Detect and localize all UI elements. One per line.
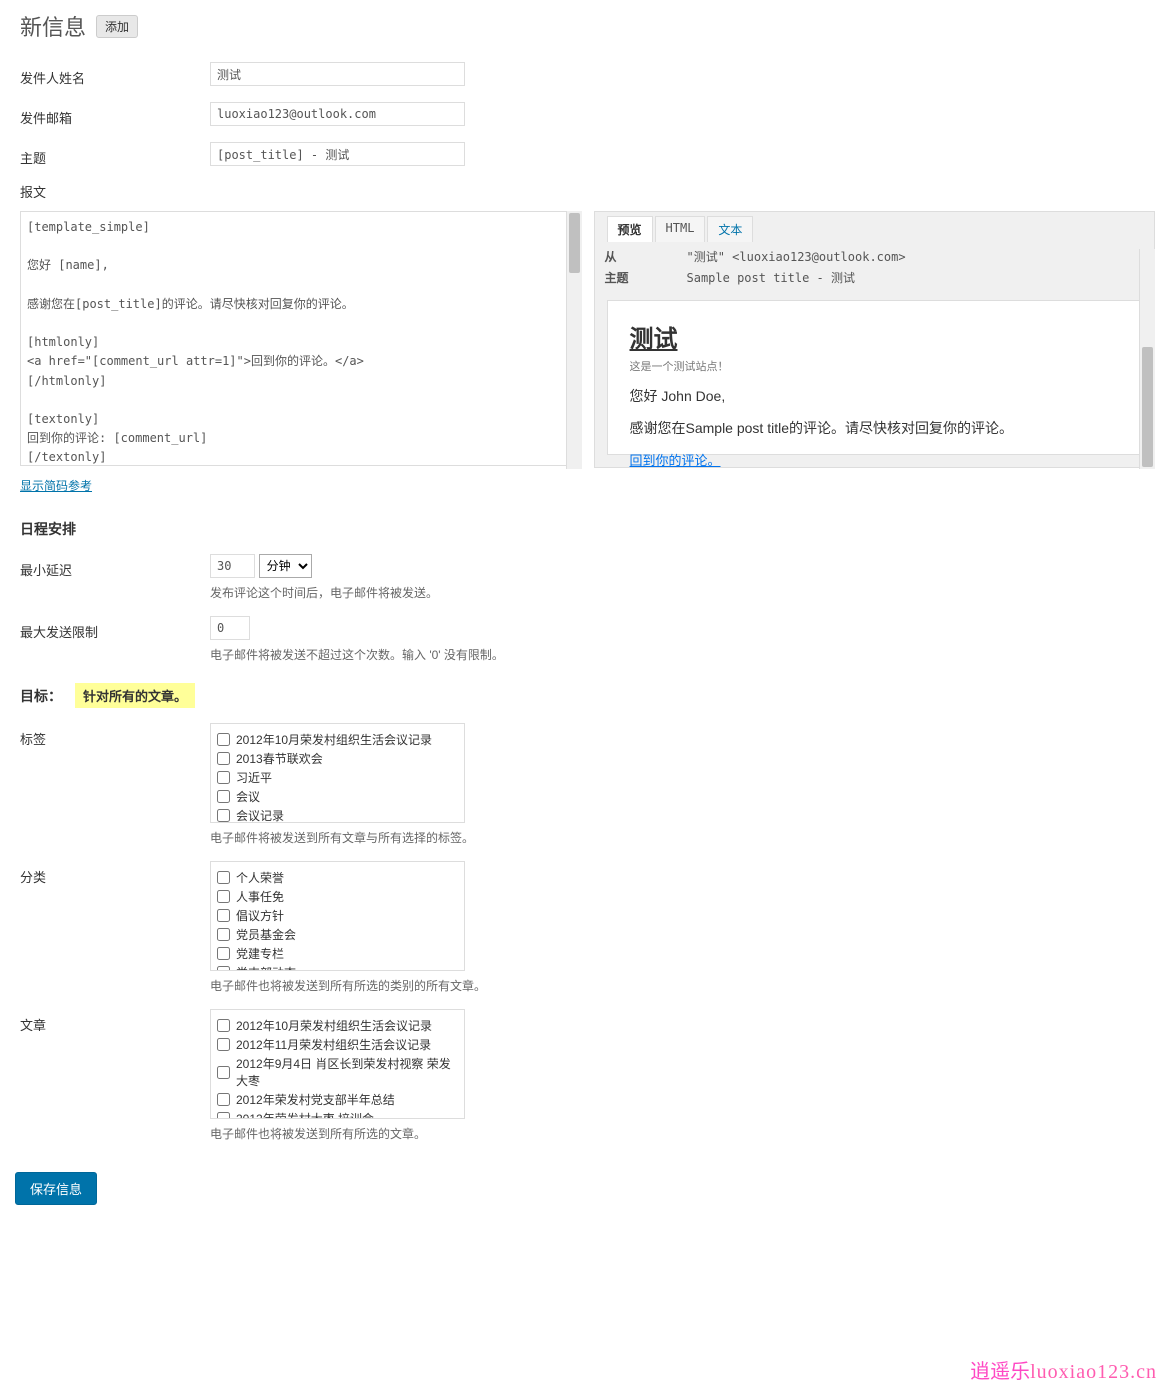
preview-from-value: "测试" <luoxiao123@outlook.com> [687,248,906,265]
min-delay-label: 最小延迟 [20,554,210,601]
sender-name-input[interactable] [210,62,465,86]
add-button[interactable]: 添加 [96,15,138,38]
list-item[interactable]: 会议记录 [217,806,458,823]
list-item-label: 2012年10月荣发村组织生活会议记录 [236,1017,432,1034]
list-item[interactable]: 倡议方针 [217,906,458,925]
list-item-label: 2012年10月荣发村组织生活会议记录 [236,731,432,748]
sender-name-label: 发件人姓名 [20,62,210,87]
list-item[interactable]: 个人荣誉 [217,868,458,887]
list-checkbox[interactable] [217,1019,230,1032]
list-item-label: 会议记录 [236,807,284,823]
list-item-label: 2012年9月4日 肖区长到荣发村视察 荣发大枣 [236,1055,458,1089]
list-item[interactable]: 人事任免 [217,887,458,906]
tab-html[interactable]: HTML [655,216,706,242]
min-delay-unit-select[interactable]: 分钟 [259,554,312,578]
page-title: 新信息 [20,10,86,42]
list-checkbox[interactable] [217,928,230,941]
list-item[interactable]: 2012年荣发村大枣 培训会 [217,1109,458,1119]
list-checkbox[interactable] [217,771,230,784]
list-item-label: 2012年荣发村大枣 培训会 [236,1110,374,1119]
list-item-label: 习近平 [236,769,272,786]
schedule-heading: 日程安排 [20,519,1155,539]
list-item[interactable]: 2012年10月荣发村组织生活会议记录 [217,730,458,749]
list-item-label: 会议 [236,788,260,805]
list-item-label: 党员基金会 [236,926,296,943]
list-checkbox[interactable] [217,790,230,803]
cats-label: 分类 [20,861,210,994]
preview-from-label: 从 [605,248,687,265]
body-label: 报文 [20,182,1155,201]
list-item-label: 个人荣誉 [236,869,284,886]
list-item[interactable]: 习近平 [217,768,458,787]
list-item[interactable]: 会议 [217,787,458,806]
preview-tagline: 这是一个测试站点！ [630,358,1120,374]
preview-subject-label: 主题 [605,269,687,286]
list-checkbox[interactable] [217,871,230,884]
posts-label: 文章 [20,1009,210,1142]
list-item-label: 党建专栏 [236,945,284,962]
list-checkbox[interactable] [217,909,230,922]
list-checkbox[interactable] [217,890,230,903]
list-checkbox[interactable] [217,733,230,746]
list-item[interactable]: 2013春节联欢会 [217,749,458,768]
list-checkbox[interactable] [217,1093,230,1106]
list-item[interactable]: 2012年9月4日 肖区长到荣发村视察 荣发大枣 [217,1054,458,1090]
preview-body: 感谢您在Sample post title的评论。请尽快核对回复你的评论。 [630,418,1120,438]
preview-scrollbar[interactable] [1139,249,1155,469]
tags-help: 电子邮件将被发送到所有文章与所有选择的标签。 [210,829,1155,846]
sender-email-input[interactable] [210,102,465,126]
max-send-input[interactable] [210,616,250,640]
target-highlight: 针对所有的文章。 [75,683,195,708]
list-item[interactable]: 2012年荣发村党支部半年总结 [217,1090,458,1109]
list-item[interactable]: 2012年11月荣发村组织生活会议记录 [217,1035,458,1054]
preview-link[interactable]: 回到你的评论。 [630,453,721,468]
list-item-label: 2013春节联欢会 [236,750,323,767]
min-delay-input[interactable] [210,554,255,578]
list-checkbox[interactable] [217,1038,230,1051]
subject-input[interactable] [210,142,465,166]
cats-help: 电子邮件也将被发送到所有所选的类别的所有文章。 [210,977,1155,994]
max-send-help: 电子邮件将被发送不超过这个次数。输入 '0' 没有限制。 [210,646,1155,663]
list-checkbox[interactable] [217,966,230,971]
list-checkbox[interactable] [217,752,230,765]
min-delay-help: 发布评论这个时间后，电子邮件将被发送。 [210,584,1155,601]
preview-content: 测试 这是一个测试站点！ 您好 John Doe, 感谢您在Sample pos… [607,300,1143,455]
posts-list[interactable]: 2012年10月荣发村组织生活会议记录 2012年11月荣发村组织生活会议记录 20… [210,1009,465,1119]
list-item[interactable]: 党建专栏 [217,944,458,963]
subject-label: 主题 [20,142,210,167]
target-label: 目标： [20,686,75,706]
shortcode-reference-link[interactable]: 显示简码参考 [20,479,92,493]
list-checkbox[interactable] [217,1066,230,1079]
tags-list[interactable]: 2012年10月荣发村组织生活会议记录2013春节联欢会习近平会议会议记录便民服… [210,723,465,823]
list-item-label: 倡议方针 [236,907,284,924]
list-item-label: 2012年荣发村党支部半年总结 [236,1091,395,1108]
preview-subject-value: Sample post title - 测试 [687,269,856,286]
save-button[interactable]: 保存信息 [15,1172,97,1205]
preview-greeting: 您好 John Doe, [630,386,1120,406]
list-item-label: 党支部动态 [236,964,296,971]
preview-title: 测试 [630,319,1120,354]
posts-help: 电子邮件也将被发送到所有所选的文章。 [210,1125,1155,1142]
tab-text[interactable]: 文本 [707,216,753,242]
list-checkbox[interactable] [217,809,230,822]
list-item-label: 人事任免 [236,888,284,905]
cats-list[interactable]: 个人荣誉人事任免倡议方针党员基金会党建专栏党支部动态 [210,861,465,971]
tab-preview[interactable]: 预览 [607,216,653,242]
tags-label: 标签 [20,723,210,846]
list-checkbox[interactable] [217,1112,230,1119]
watermark: 逍遥乐luoxiao123.cn [970,1355,1157,1384]
sender-email-label: 发件邮箱 [20,102,210,127]
body-textarea[interactable] [20,211,582,466]
list-item[interactable]: 2012年10月荣发村组织生活会议记录 [217,1016,458,1035]
list-item[interactable]: 党员基金会 [217,925,458,944]
list-item[interactable]: 党支部动态 [217,963,458,971]
list-item-label: 2012年11月荣发村组织生活会议记录 [236,1036,431,1053]
body-scrollbar[interactable] [566,211,582,469]
max-send-label: 最大发送限制 [20,616,210,663]
list-checkbox[interactable] [217,947,230,960]
